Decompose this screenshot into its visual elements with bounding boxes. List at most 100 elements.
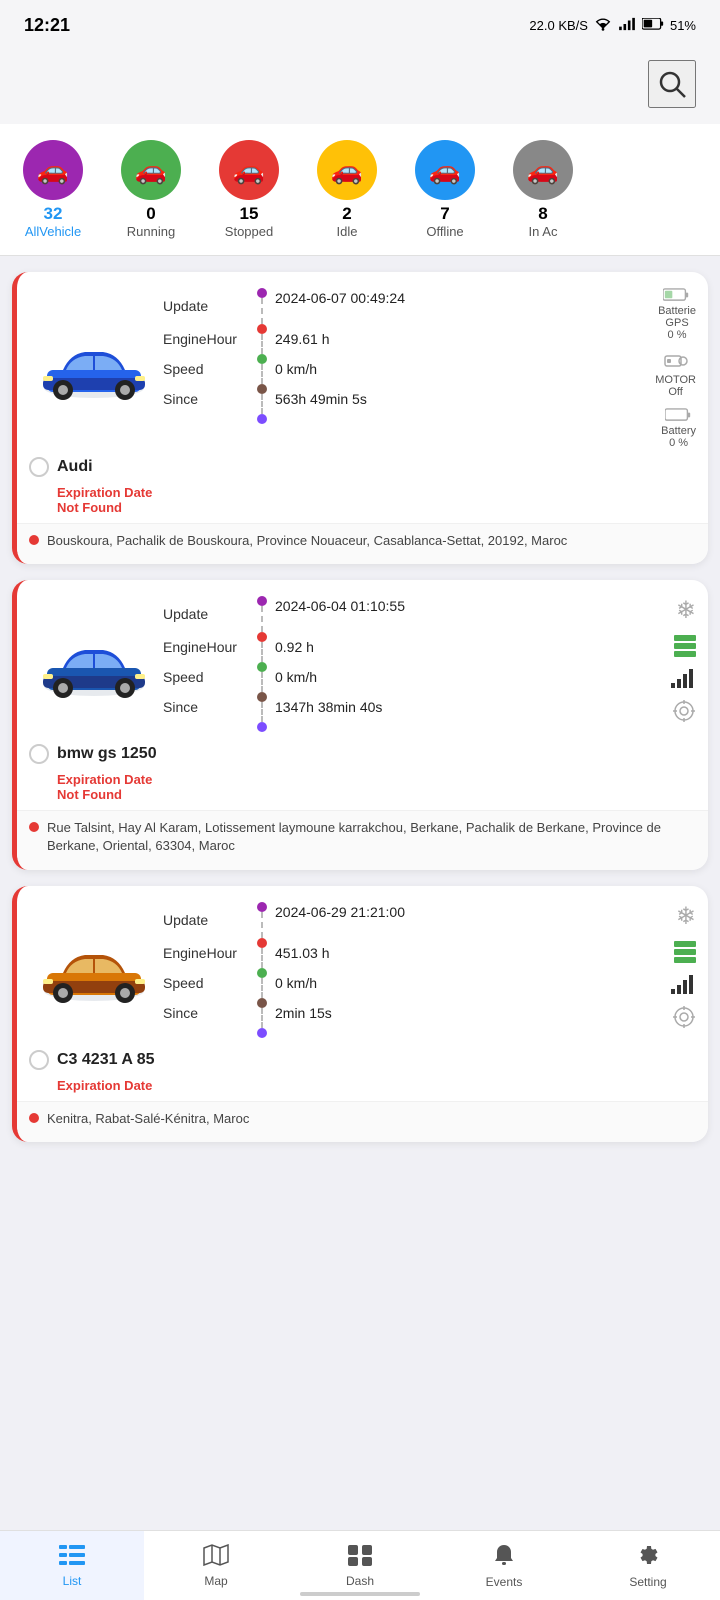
snowflake-icon: ❄ bbox=[676, 596, 696, 625]
tab-count-inac: 8 bbox=[538, 204, 547, 224]
tab-label-inac: In Ac bbox=[529, 224, 558, 239]
battery-bars-c3 bbox=[674, 941, 696, 963]
vehicle-name-c3: C3 4231 A 85 bbox=[57, 1051, 155, 1069]
gps-label-audi: GPS bbox=[665, 317, 688, 329]
since-label-c3: Since bbox=[163, 1005, 198, 1021]
freeze-icon-bmw: ❄ bbox=[676, 596, 696, 625]
speed-value-audi: 0 km/h bbox=[275, 361, 621, 377]
battery-bars bbox=[674, 635, 696, 657]
search-button[interactable] bbox=[648, 60, 696, 108]
since-value-bmw: 1347h 38min 40s bbox=[275, 699, 621, 715]
nav-events-label: Events bbox=[486, 1575, 523, 1589]
battery-gps-audi: Batterie GPS 0 % bbox=[658, 288, 696, 341]
engine-label-audi: EngineHour bbox=[163, 331, 237, 347]
tab-offline[interactable]: 🚗 7 Offline bbox=[400, 136, 490, 243]
vehicle-image-bmw bbox=[29, 596, 159, 736]
battery-pct-audi: Battery 0 % bbox=[661, 408, 696, 449]
nav-setting[interactable]: Setting bbox=[576, 1531, 720, 1600]
location-dot-bmw bbox=[29, 822, 39, 832]
signal-bars-c3 bbox=[670, 973, 696, 995]
update-value-audi: 2024-06-07 00:49:24 bbox=[275, 290, 621, 306]
nav-dash[interactable]: Dash bbox=[288, 1531, 432, 1600]
nav-map-label: Map bbox=[204, 1574, 227, 1588]
motor-value-audi: Off bbox=[668, 386, 682, 398]
tab-running[interactable]: 🚗 0 Running bbox=[106, 136, 196, 243]
since-value-c3: 2min 15s bbox=[275, 1005, 621, 1021]
tab-count-offline: 7 bbox=[440, 204, 449, 224]
vehicle-name-section-audi: Audi bbox=[17, 453, 708, 485]
engine-value-audi: 249.61 h bbox=[275, 331, 621, 347]
since-label-bmw: Since bbox=[163, 699, 198, 715]
vehicle-name-audi: Audi bbox=[57, 458, 93, 476]
battery2-icon-audi bbox=[665, 408, 693, 425]
vehicle-card-c3[interactable]: Update 2024-06-29 21:21:00 EngineHour 45… bbox=[12, 886, 708, 1142]
wifi-icon bbox=[594, 17, 612, 34]
signal-bars-bmw bbox=[670, 667, 696, 689]
target-icon-c3 bbox=[672, 1005, 696, 1029]
nav-list[interactable]: List bbox=[0, 1531, 144, 1600]
tab-icon-all: 🚗 bbox=[23, 140, 83, 200]
vehicle-data-c3: Update 2024-06-29 21:21:00 EngineHour 45… bbox=[159, 902, 621, 1042]
nav-events[interactable]: Events bbox=[432, 1531, 576, 1600]
engine-label-c3: EngineHour bbox=[163, 945, 237, 961]
tab-count-all: 32 bbox=[44, 204, 63, 224]
vehicle-right-bmw: ❄ bbox=[621, 596, 696, 736]
vehicle-right-c3: ❄ bbox=[621, 902, 696, 1042]
battery2-pct-audi: 0 % bbox=[669, 437, 688, 449]
vehicle-image-audi bbox=[29, 288, 159, 449]
vehicle-right-audi: Batterie GPS 0 % MOTOR Off bbox=[621, 288, 696, 449]
expiry-c3: Expiration Date bbox=[17, 1078, 708, 1101]
vehicle-name-section-bmw: bmw gs 1250 bbox=[17, 740, 708, 772]
tab-count-idle: 2 bbox=[342, 204, 351, 224]
tab-label-idle: Idle bbox=[337, 224, 358, 239]
tab-idle[interactable]: 🚗 2 Idle bbox=[302, 136, 392, 243]
vehicle-data-bmw: Update 2024-06-04 01:10:55 EngineHour 0.… bbox=[159, 596, 621, 736]
status-icons: 22.0 KB/S 51% bbox=[529, 17, 696, 34]
status-bar: 12:21 22.0 KB/S 51% bbox=[0, 0, 720, 50]
motor-icon-audi bbox=[664, 351, 688, 374]
status-circle-audi bbox=[29, 457, 49, 477]
tab-inac[interactable]: 🚗 8 In Ac bbox=[498, 136, 588, 243]
vehicle-image-c3 bbox=[29, 902, 159, 1042]
since-label-audi: Since bbox=[163, 391, 198, 407]
battery2-label-audi: Battery bbox=[661, 425, 696, 437]
gps-pct-audi: 0 % bbox=[668, 329, 687, 341]
bell-icon bbox=[493, 1543, 515, 1573]
motor-audi: MOTOR Off bbox=[655, 351, 696, 398]
tab-icon-stopped: 🚗 bbox=[219, 140, 279, 200]
tab-icon-offline: 🚗 bbox=[415, 140, 475, 200]
location-dot-audi bbox=[29, 535, 39, 545]
update-label-bmw: Update bbox=[163, 606, 208, 622]
location-dot-c3 bbox=[29, 1113, 39, 1123]
filter-tabs: 🚗 32 AllVehicle 🚗 0 Running 🚗 15 Stopped… bbox=[0, 124, 720, 256]
location-text-audi: Bouskoura, Pachalik de Bouskoura, Provin… bbox=[47, 532, 567, 550]
nav-map[interactable]: Map bbox=[144, 1531, 288, 1600]
vehicle-card-bmw[interactable]: Update 2024-06-04 01:10:55 EngineHour 0.… bbox=[12, 580, 708, 869]
battery-icon bbox=[642, 18, 664, 33]
location-audi: Bouskoura, Pachalik de Bouskoura, Provin… bbox=[17, 523, 708, 564]
target-icon-bmw bbox=[672, 699, 696, 723]
update-label-c3: Update bbox=[163, 912, 208, 928]
nav-list-label: List bbox=[63, 1574, 82, 1588]
motor-label-audi: MOTOR bbox=[655, 374, 696, 386]
tab-stopped[interactable]: 🚗 15 Stopped bbox=[204, 136, 294, 243]
update-value-c3: 2024-06-29 21:21:00 bbox=[275, 904, 621, 920]
network-speed: 22.0 KB/S bbox=[529, 18, 588, 33]
dash-icon bbox=[347, 1544, 373, 1572]
tab-count-running: 0 bbox=[146, 204, 155, 224]
list-icon bbox=[59, 1544, 85, 1572]
nav-setting-label: Setting bbox=[629, 1575, 666, 1589]
speed-label-c3: Speed bbox=[163, 975, 203, 991]
map-icon bbox=[203, 1544, 229, 1572]
battery-bar-bmw bbox=[674, 635, 696, 657]
vehicle-card-audi[interactable]: Update 2024-06-07 00:49:24 EngineHour bbox=[12, 272, 708, 564]
vehicle-data-audi: Update 2024-06-07 00:49:24 EngineHour bbox=[159, 288, 621, 449]
location-bmw: Rue Talsint, Hay Al Karam, Lotissement l… bbox=[17, 810, 708, 869]
location-text-c3: Kenitra, Rabat-Salé-Kénitra, Maroc bbox=[47, 1110, 249, 1128]
battery-bar-c3 bbox=[674, 941, 696, 963]
speed-label-audi: Speed bbox=[163, 361, 203, 377]
battery-icon-audi bbox=[663, 288, 691, 305]
tab-all-vehicle[interactable]: 🚗 32 AllVehicle bbox=[8, 136, 98, 243]
vehicle-name-bmw: bmw gs 1250 bbox=[57, 745, 157, 763]
header bbox=[0, 50, 720, 124]
